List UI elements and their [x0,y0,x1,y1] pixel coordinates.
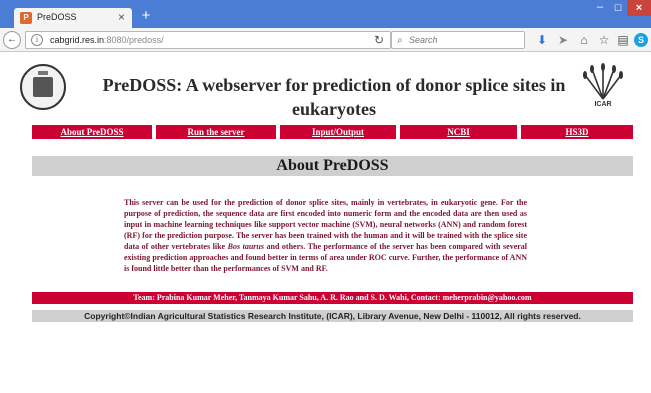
nav-input-output[interactable]: Input/Output [280,125,396,139]
skype-icon[interactable]: S [634,33,648,47]
iasri-logo [20,64,66,110]
url-path: :8080/predoss/ [104,35,164,45]
nav-hs3d[interactable]: HS3D [521,125,633,139]
url-text[interactable]: cabgrid.res.in:8080/predoss/ [50,35,164,45]
logo-mark [33,77,53,97]
url-host: cabgrid.res.in [50,35,105,45]
icar-logo: ICAR [580,61,626,113]
browser-navbar: ← i cabgrid.res.in:8080/predoss/ ↻ ⌕ ⬇ ➤… [0,28,651,52]
icar-logo-text: ICAR [594,101,612,108]
section-title: About PreDOSS [32,156,633,176]
send-icon[interactable]: ➤ [555,32,571,48]
browser-tab[interactable]: P PreDOSS × [14,8,132,28]
copyright-footer: Copyright©Indian Agricultural Statistics… [32,310,633,322]
web-page: PreDOSS: A webserver for prediction of d… [0,53,651,393]
description-species: Bos taurus [227,242,264,251]
download-icon[interactable]: ⬇ [534,32,550,48]
search-bar[interactable]: ⌕ [391,31,525,49]
star-icon[interactable]: ☆ [596,32,612,48]
page-title: PreDOSS: A webserver for prediction of d… [102,75,566,119]
maximize-icon[interactable]: ☐ [609,0,627,16]
nav-about-predoss[interactable]: About PreDOSS [32,125,152,139]
minimize-icon[interactable]: – [591,0,609,16]
nav-run-the-server[interactable]: Run the server [156,125,276,139]
team-contact-bar: Team: Prabina Kumar Meher, Tanmaya Kumar… [32,292,633,304]
new-tab-icon[interactable]: + [139,8,153,23]
back-arrow-icon[interactable]: ← [3,31,21,49]
info-icon[interactable]: i [31,34,43,46]
home-icon[interactable]: ⌂ [576,32,592,48]
search-input[interactable] [409,33,519,47]
search-icon: ⌕ [397,35,403,46]
wheat-icon [583,63,623,100]
address-bar[interactable]: i cabgrid.res.in:8080/predoss/ ↻ [25,31,391,49]
about-description: This server can be used for the predicti… [124,197,527,274]
nav-ncbi[interactable]: NCBI [400,125,517,139]
library-icon[interactable]: ▤ [615,32,631,48]
logo-mark [38,71,48,75]
site-nav: About PreDOSS Run the server Input/Outpu… [32,125,633,139]
tab-close-icon[interactable]: × [118,10,125,24]
reload-icon[interactable]: ↻ [374,33,384,47]
tab-title: PreDOSS [37,12,77,22]
browser-titlebar: P PreDOSS × + – ☐ × [0,0,651,28]
favicon-icon: P [20,12,32,24]
window-close-icon[interactable]: × [627,0,651,16]
